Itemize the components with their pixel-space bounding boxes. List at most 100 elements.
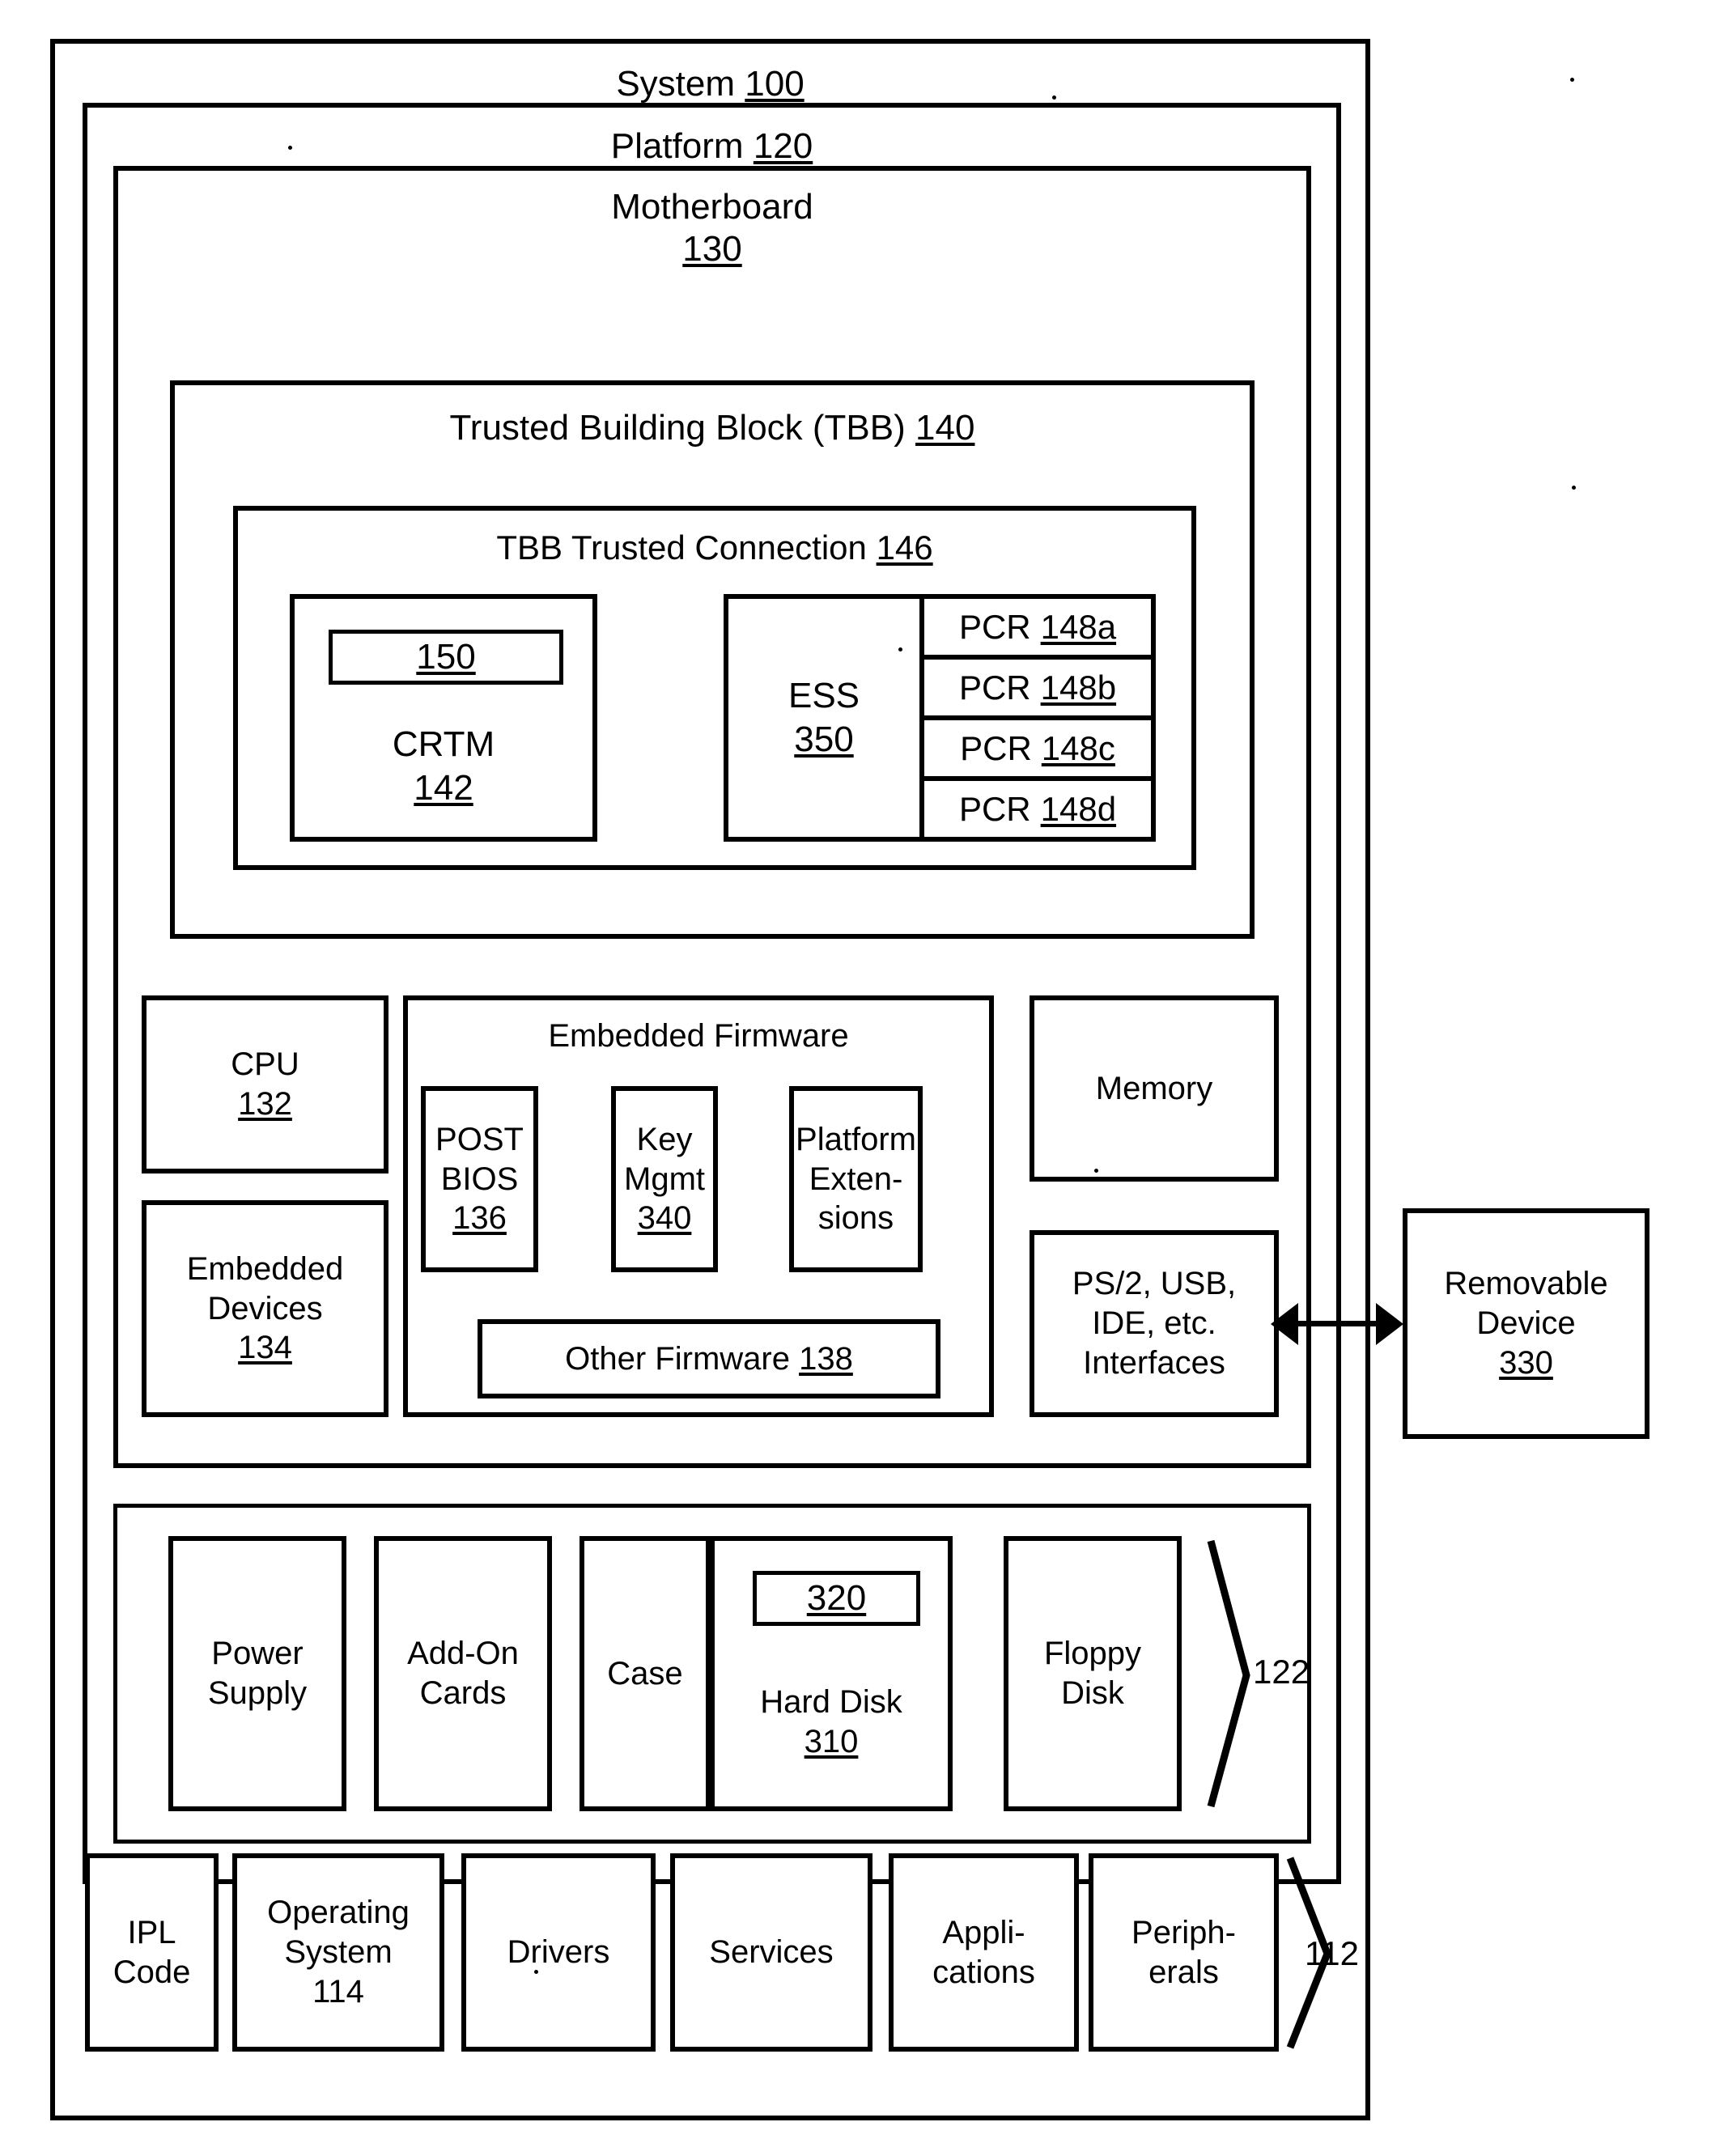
power-supply-line1: Power xyxy=(211,1636,304,1672)
scan-speck xyxy=(1052,95,1056,100)
crtm-box: 150 CRTM 142 xyxy=(290,594,597,842)
embedded-devices-labels: Embedded Devices 134 xyxy=(146,1205,384,1412)
post-bios-labels: POST BIOS 136 xyxy=(426,1091,533,1267)
memory-box: Memory xyxy=(1030,995,1279,1182)
platform-extensions-labels: Platform Exten- sions xyxy=(794,1091,918,1267)
scan-speck xyxy=(1570,78,1574,82)
applications-box: Appli- cations xyxy=(889,1853,1079,2052)
removable-device-ref: 330 xyxy=(1499,1344,1553,1381)
operating-system-line1: Operating xyxy=(267,1895,410,1931)
figure-canvas: System 100 Platform 120 Motherboard 130 … xyxy=(0,0,1711,2156)
memory-label: Memory xyxy=(1095,1070,1213,1106)
arrow-head-left-icon xyxy=(1271,1303,1298,1345)
pcr-ref: 148d xyxy=(1040,789,1117,828)
add-on-cards-box: Add-On Cards xyxy=(374,1536,552,1811)
drivers-line1: Drivers xyxy=(507,1934,610,1971)
pcr-label: PCR xyxy=(958,789,1031,828)
platform-extensions-line2: Exten- xyxy=(809,1161,903,1197)
key-mgmt-labels: Key Mgmt 340 xyxy=(616,1091,713,1267)
applications-line2: cations xyxy=(932,1954,1035,1990)
platform-extensions-box: Platform Exten- sions xyxy=(789,1086,923,1272)
pcr-row: PCR 148a xyxy=(924,599,1151,660)
power-supply-labels: Power Supply xyxy=(173,1541,342,1806)
pcr-label: PCR xyxy=(958,668,1031,707)
pcr-label: PCR xyxy=(958,607,1031,646)
crtm-inner-ref: 150 xyxy=(416,637,476,677)
pcr-stack: PCR 148a PCR 148b PCR 148c PCR 148d xyxy=(924,599,1151,837)
hard-disk-ref: 310 xyxy=(804,1724,859,1759)
floppy-disk-labels: Floppy Disk xyxy=(1008,1541,1177,1806)
scan-speck xyxy=(288,146,292,150)
operating-system-box: Operating System 114 xyxy=(232,1853,444,2052)
pcr-ref: 148c xyxy=(1041,728,1115,767)
removable-device-line1: Removable xyxy=(1444,1266,1608,1302)
embedded-firmware-title: Embedded Firmware xyxy=(548,1018,849,1054)
interfaces-labels: PS/2, USB, IDE, etc. Interfaces xyxy=(1034,1235,1274,1412)
motherboard-ref: 130 xyxy=(682,229,742,269)
peripherals-labels: Periph- erals xyxy=(1093,1858,1274,2047)
post-bios-ref: 136 xyxy=(452,1200,507,1237)
scan-speck xyxy=(1094,1169,1098,1173)
other-firmware-label: Other Firmware xyxy=(565,1340,790,1377)
platform-group-ref: 122 xyxy=(1253,1653,1310,1691)
tbb-connection-ref: 146 xyxy=(876,528,933,567)
embedded-devices-box: Embedded Devices 134 xyxy=(142,1200,388,1417)
crtm-labels: CRTM 142 xyxy=(295,696,592,837)
motherboard-label: Motherboard xyxy=(611,187,813,227)
cpu-label: CPU xyxy=(231,1046,299,1083)
pcr-row: PCR 148d xyxy=(924,781,1151,837)
add-on-cards-labels: Add-On Cards xyxy=(379,1541,547,1806)
pcr-row: PCR 148c xyxy=(924,720,1151,781)
system-group-ref: 112 xyxy=(1305,1934,1359,1972)
peripherals-box: Periph- erals xyxy=(1089,1853,1279,2052)
system-label: System xyxy=(616,64,736,104)
applications-labels: Appli- cations xyxy=(894,1858,1074,2047)
post-bios-line2: BIOS xyxy=(440,1161,519,1197)
hard-disk-inner-320-box: 320 xyxy=(753,1571,920,1626)
ess-labels: ESS 350 xyxy=(728,599,919,837)
floppy-disk-line1: Floppy xyxy=(1043,1636,1142,1672)
operating-system-labels: Operating System 114 xyxy=(237,1858,439,2047)
embedded-devices-line2: Devices xyxy=(207,1290,323,1326)
hard-disk-inner-ref: 320 xyxy=(806,1578,867,1619)
add-on-cards-line1: Add-On xyxy=(407,1636,519,1672)
operating-system-line2: System xyxy=(284,1934,393,1971)
tbb-ref: 140 xyxy=(915,408,975,448)
embedded-devices-ref: 134 xyxy=(238,1330,292,1366)
tbb-title: Trusted Building Block (TBB) 140 xyxy=(175,408,1250,448)
cpu-ref: 132 xyxy=(238,1086,292,1122)
services-line1: Services xyxy=(709,1934,834,1971)
platform-extensions-line1: Platform xyxy=(796,1121,916,1157)
pcr-ref: 148b xyxy=(1040,668,1117,707)
ipl-code-box: IPL Code xyxy=(85,1853,219,2052)
ess-label: ESS xyxy=(788,676,860,716)
ipl-code-labels: IPL Code xyxy=(90,1858,214,2047)
peripherals-line1: Periph- xyxy=(1131,1914,1236,1950)
floppy-disk-box: Floppy Disk xyxy=(1004,1536,1182,1811)
other-firmware-row: Other Firmware 138 xyxy=(565,1339,853,1379)
floppy-disk-line2: Disk xyxy=(1061,1675,1124,1711)
key-mgmt-line1: Key xyxy=(636,1121,693,1157)
platform-title: Platform 120 xyxy=(87,126,1336,167)
crtm-inner-150-box: 150 xyxy=(329,630,563,685)
ess-cell: ESS 350 xyxy=(728,599,924,837)
ipl-code-line1: IPL xyxy=(127,1914,176,1950)
peripherals-line2: erals xyxy=(1148,1954,1219,1990)
tbb-connection-title: TBB Trusted Connection 146 xyxy=(238,528,1191,567)
case-box: Case xyxy=(580,1536,711,1811)
removable-device-line2: Device xyxy=(1476,1305,1576,1342)
embedded-devices-line1: Embedded xyxy=(186,1250,344,1287)
case-line1: Case xyxy=(607,1655,683,1691)
interfaces-line1: PS/2, USB, xyxy=(1072,1266,1237,1302)
interfaces-line3: Interfaces xyxy=(1083,1344,1225,1381)
hard-disk-labels: Hard Disk 310 xyxy=(715,1638,948,1806)
arrow-head-right-icon xyxy=(1376,1303,1403,1345)
platform-ref: 120 xyxy=(753,126,813,166)
services-box: Services xyxy=(670,1853,872,2052)
drivers-box: Drivers xyxy=(461,1853,656,2052)
services-labels: Services xyxy=(675,1858,868,2047)
pcr-ref: 148a xyxy=(1040,607,1117,646)
key-mgmt-box: Key Mgmt 340 xyxy=(611,1086,718,1272)
hard-disk-line1: Hard Disk xyxy=(760,1684,902,1721)
pcr-label: PCR xyxy=(960,728,1032,767)
